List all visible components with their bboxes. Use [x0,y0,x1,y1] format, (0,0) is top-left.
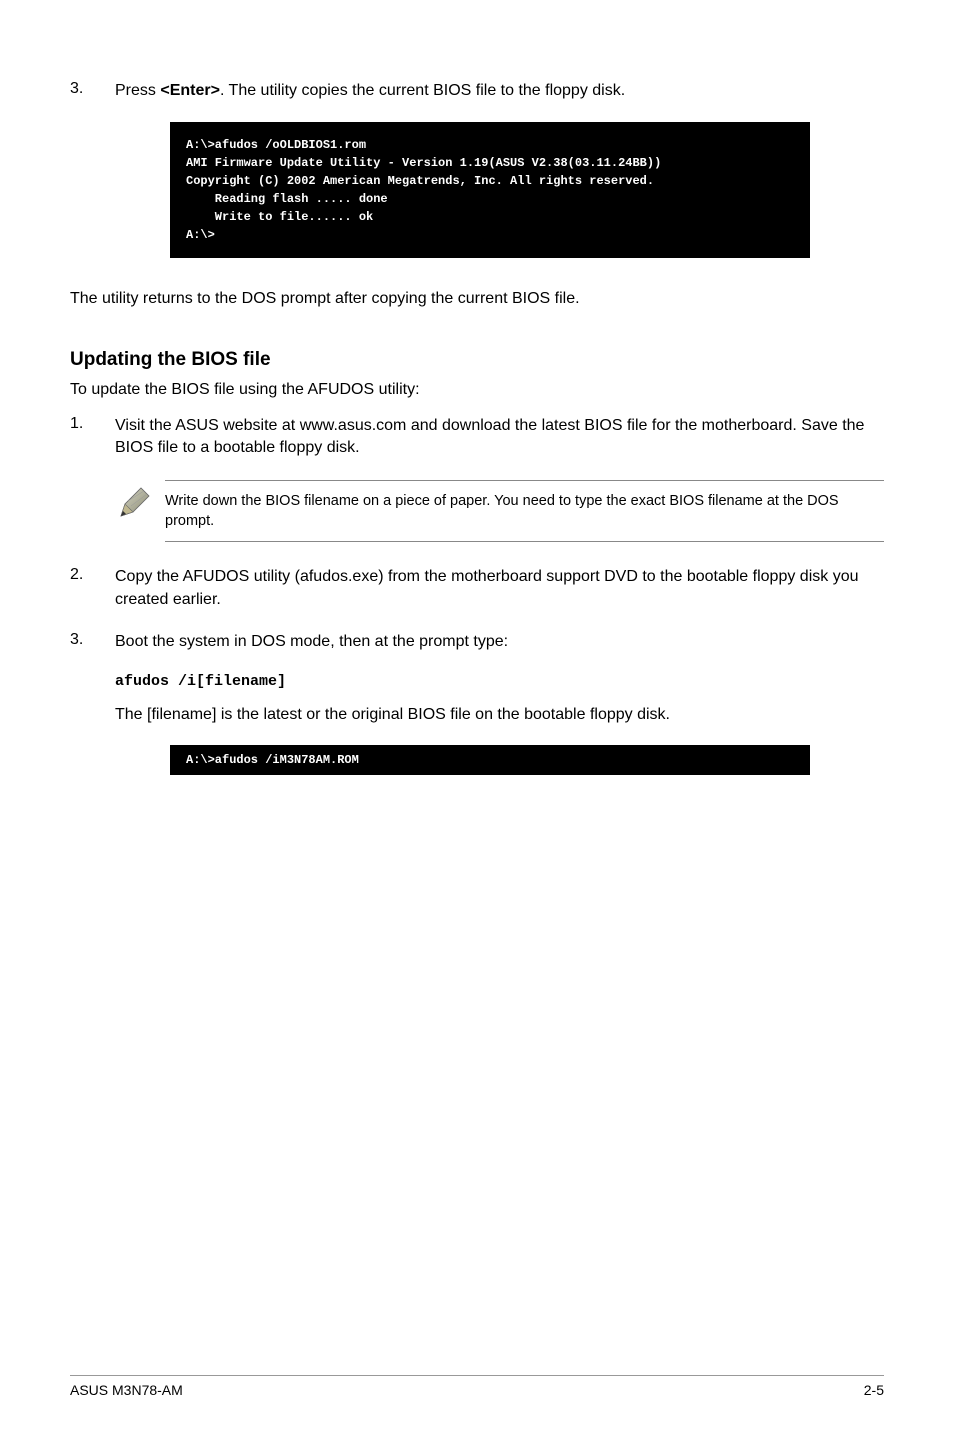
terminal-output-1: A:\>afudos /oOLDBIOS1.rom AMI Firmware U… [170,122,810,258]
step-1b: 1. Visit the ASUS website at www.asus.co… [70,415,884,460]
step-number: 1. [70,415,115,460]
step-3b: 3. Boot the system in DOS mode, then at … [70,631,884,653]
pencil-icon [115,480,165,527]
footer-right: 2-5 [864,1382,884,1398]
paragraph-returns: The utility returns to the DOS prompt af… [70,288,884,310]
step-2b: 2. Copy the AFUDOS utility (afudos.exe) … [70,566,884,611]
step-3: 3. Press <Enter>. The utility copies the… [70,80,884,102]
subpara-update: To update the BIOS file using the AFUDOS… [70,381,884,399]
step-text: Visit the ASUS website at www.asus.com a… [115,415,884,460]
step-prefix: Press [115,82,160,99]
page-footer: ASUS M3N78-AM 2-5 [70,1375,884,1398]
command-afudos: afudos /i[filename] [115,673,884,690]
step-3b-after: The [filename] is the latest or the orig… [115,704,884,726]
terminal-output-2: A:\>afudos /iM3N78AM.ROM [170,745,810,775]
step-number: 2. [70,566,115,611]
step-text: Press <Enter>. The utility copies the cu… [115,80,625,102]
step-text: Boot the system in DOS mode, then at the… [115,631,884,653]
heading-updating-bios: Updating the BIOS file [70,349,884,371]
step-suffix: . The utility copies the current BIOS fi… [220,82,625,99]
step-number: 3. [70,80,115,102]
step-text: Copy the AFUDOS utility (afudos.exe) fro… [115,566,884,611]
note-block: Write down the BIOS filename on a piece … [115,480,884,543]
step-number: 3. [70,631,115,653]
note-text: Write down the BIOS filename on a piece … [165,480,884,543]
footer-left: ASUS M3N78-AM [70,1382,183,1398]
step-bold: <Enter> [160,82,220,99]
